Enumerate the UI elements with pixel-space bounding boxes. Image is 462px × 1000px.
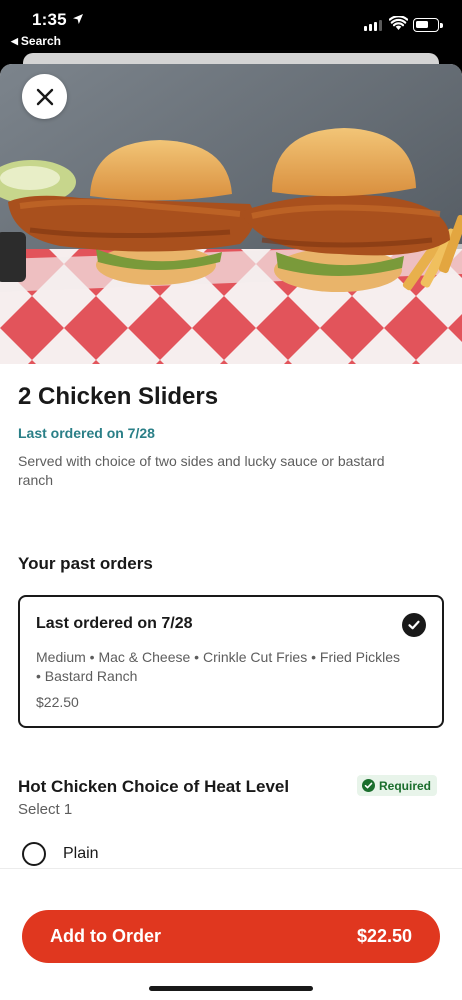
add-to-order-price: $22.50 [356, 926, 412, 946]
item-title: 2 Chicken Sliders [18, 383, 219, 410]
select-hint: Select 1 [18, 801, 73, 818]
back-search-label: Search [20, 34, 61, 48]
option-group-title: Hot Chicken Choice of Heat Level [18, 777, 290, 796]
past-order-title: Last ordered on 7/28 [36, 615, 193, 632]
battery-icon [413, 18, 443, 32]
checkmark-icon [402, 613, 426, 637]
add-to-order-label: Add to Order [50, 926, 161, 946]
past-order-card[interactable]: Last ordered on 7/28 Medium • Mac & Chee… [18, 595, 444, 728]
location-arrow-icon [73, 14, 83, 24]
option-label: Plain [63, 845, 99, 862]
item-description: Served with choice of two sides and luck… [18, 453, 385, 488]
signal-icon [364, 20, 382, 31]
chicken-sliders-photo [0, 64, 462, 364]
wifi-icon [389, 16, 408, 30]
past-order-items: Medium • Mac & Cheese • Crinkle Cut Frie… [36, 649, 401, 684]
radio-button[interactable] [22, 842, 46, 866]
back-triangle-icon: ◀ [11, 36, 18, 46]
back-to-search-link[interactable]: ◀ Search [11, 34, 61, 48]
close-icon [36, 88, 53, 105]
item-photo [0, 64, 462, 364]
required-check-icon [362, 779, 375, 792]
required-badge: Required [357, 775, 438, 796]
required-label: Required [379, 778, 432, 793]
status-time: 1:35 [32, 10, 67, 29]
add-to-order-button[interactable]: Add to Order $22.50 [22, 910, 440, 963]
last-ordered-label: Last ordered on 7/28 [18, 425, 155, 441]
past-order-price: $22.50 [36, 694, 79, 710]
past-orders-heading: Your past orders [18, 554, 153, 573]
home-indicator[interactable] [149, 986, 313, 991]
option-plain[interactable]: Plain [22, 842, 99, 866]
item-detail-sheet: 2 Chicken Sliders Last ordered on 7/28 S… [0, 64, 462, 1000]
bottom-action-bar: Add to Order $22.50 [0, 868, 462, 1000]
close-button[interactable] [22, 74, 67, 119]
